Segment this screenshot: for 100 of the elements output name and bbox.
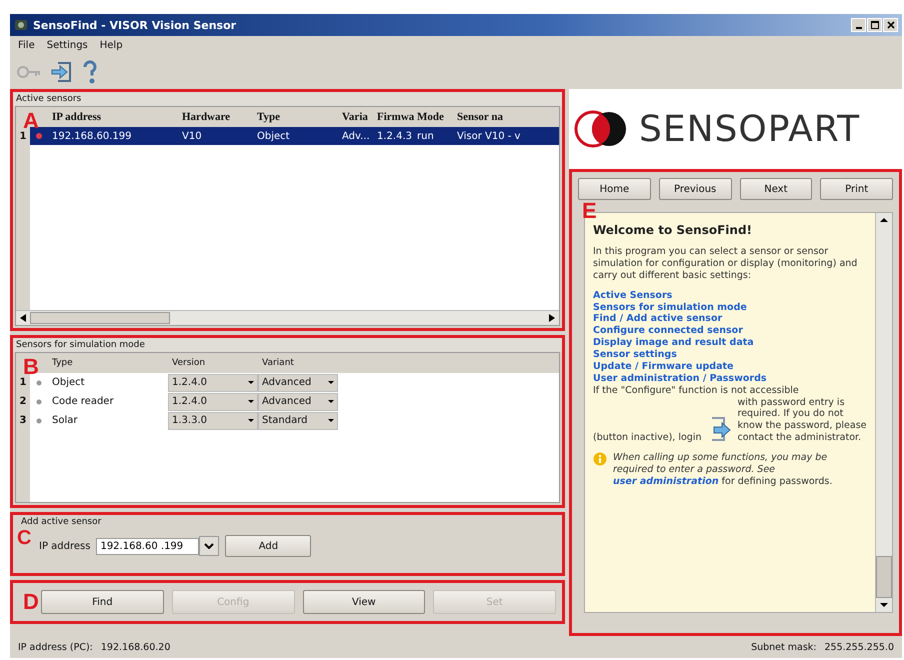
window-title: SensoFind - VISOR Vision Sensor: [33, 18, 236, 32]
table-cell-text: Object: [51, 377, 86, 388]
column-header[interactable]: IP address: [48, 111, 178, 123]
key-icon: [16, 64, 42, 80]
column-header[interactable]: Version: [168, 358, 258, 368]
variant-dropdown[interactable]: Advanced: [258, 374, 338, 392]
table-cell-text: Solar: [51, 415, 78, 426]
version-dropdown[interactable]: 1.2.4.0: [168, 374, 258, 392]
status-label: IP address (PC):: [18, 642, 93, 652]
action-button[interactable]: Find: [41, 590, 164, 614]
help-text: (button inactive), login: [593, 432, 702, 444]
toolbar-button[interactable]: [82, 59, 98, 85]
login-icon: [50, 61, 74, 83]
row-number: 1: [16, 373, 30, 392]
scroll-right-icon: [549, 314, 555, 322]
help-paragraph: In this program you can select a sensor or sensor simulation for configuration or display (monitoring) and carry out different basic settings:: [593, 246, 858, 282]
dropdown-arrow-icon: [328, 381, 334, 384]
sensor-icon: [35, 398, 43, 406]
row-header-strip: [16, 430, 30, 502]
version-dropdown[interactable]: 1.3.3.0: [168, 412, 258, 430]
help-link[interactable]: User administration / Passwords: [593, 372, 767, 385]
version-dropdown[interactable]: 1.2.4.0: [168, 392, 258, 410]
horizontal-scrollbar[interactable]: [16, 310, 559, 325]
scrollbar-thumb[interactable]: [876, 556, 892, 598]
help-text: with password entry is required. If you do not know the password, please contact the administrator.: [738, 396, 867, 444]
status-value: 192.168.60.20: [100, 642, 170, 652]
table-cell-text: run: [416, 130, 435, 142]
table-cell-text: Code reader: [51, 396, 115, 407]
callout-letter: E: [582, 200, 597, 222]
column-header[interactable]: Variant: [258, 358, 338, 368]
variant-dropdown[interactable]: Advanced: [258, 392, 338, 410]
maximize-button[interactable]: [867, 18, 882, 32]
column-header[interactable]: Firmwa: [373, 111, 413, 123]
help-icon: [82, 59, 98, 85]
action-button[interactable]: View: [302, 590, 426, 614]
column-header[interactable]: Mode: [413, 111, 453, 123]
menu-item[interactable]: Settings: [46, 40, 88, 51]
scrollbar-thumb[interactable]: [30, 312, 170, 324]
status-label: Subnet mask:: [751, 642, 816, 652]
dropdown-arrow-icon: [248, 400, 254, 403]
nav-button[interactable]: Previous: [658, 178, 732, 200]
dropdown-button[interactable]: [199, 536, 220, 556]
nav-button[interactable]: Next: [740, 178, 812, 200]
add-button[interactable]: Add: [225, 535, 312, 557]
group-title: Sensors for simulation mode: [13, 338, 562, 352]
sensor-icon: [35, 416, 43, 424]
table-cell-text: Adv...: [341, 130, 371, 142]
row-number: 3: [16, 411, 30, 430]
close-icon: [886, 21, 894, 29]
scroll-down-icon: [880, 603, 888, 607]
help-link[interactable]: Display image and result data: [593, 337, 754, 349]
table-cell-text: 192.168.60.199: [51, 130, 133, 142]
table-row[interactable]: 1 192.168.60.199 V10 Object Adv... 1.2.4.3 run Visor V10 - v: [16, 127, 559, 145]
column-header[interactable]: Type: [48, 358, 168, 368]
help-link[interactable]: Find / Add active sensor: [593, 313, 722, 326]
status-value: 255.255.255.0: [824, 642, 894, 652]
column-header[interactable]: Varia: [338, 111, 373, 123]
nav-button[interactable]: Print: [820, 178, 893, 200]
column-header[interactable]: Type: [253, 111, 338, 123]
help-link[interactable]: Configure connected sensor: [593, 325, 743, 338]
nav-button[interactable]: Home: [578, 178, 651, 200]
menu-item[interactable]: Help: [100, 40, 123, 51]
group-title: Add active sensor: [20, 516, 102, 529]
close-button[interactable]: [883, 18, 898, 32]
table-cell-text: Visor V10 - v: [456, 130, 522, 142]
dropdown-arrow-icon: [248, 381, 254, 384]
help-paragraph: If the "Configure" function is not accessible: [593, 384, 800, 396]
help-link[interactable]: Active Sensors: [593, 290, 672, 302]
callout-letter: D: [23, 591, 39, 613]
row-number: 1: [16, 127, 30, 145]
help-link[interactable]: Sensors for simulation mode: [593, 302, 747, 314]
help-link[interactable]: Sensor settings: [593, 349, 677, 361]
app-icon: [14, 18, 28, 32]
logo-text: SENSOPART: [639, 108, 860, 150]
help-heading: Welcome to SensoFind!: [593, 223, 754, 238]
help-link[interactable]: user administration: [613, 476, 719, 487]
help-link[interactable]: Update / Firmware update: [593, 360, 734, 373]
callout-letter: C: [17, 528, 32, 548]
note-paragraph: When calling up some functions, you may be required to enter a password. See user administration for defining passwords.: [613, 452, 834, 488]
variant-dropdown[interactable]: Standard: [258, 412, 338, 430]
toolbar-button[interactable]: [50, 61, 74, 83]
sensor-icon: [35, 378, 43, 386]
table-cell-text: V10: [181, 130, 203, 142]
dropdown-arrow-icon: [328, 400, 334, 403]
column-header[interactable]: Sensor na: [453, 111, 523, 123]
row-number: 2: [16, 392, 30, 411]
column-header[interactable]: Hardware: [178, 111, 253, 123]
table-cell-text: Object: [256, 130, 291, 142]
vertical-scrollbar[interactable]: [875, 213, 892, 612]
group-title: Active sensors: [13, 92, 562, 106]
table-cell-text: 1.2.4.3: [376, 130, 413, 142]
toolbar-button[interactable]: [16, 64, 42, 80]
ip-address-field[interactable]: 192.168.60 .199: [96, 538, 200, 554]
scroll-left-icon: [20, 314, 26, 322]
minimize-button[interactable]: [851, 18, 866, 32]
maximize-icon: [870, 21, 878, 29]
scroll-up-icon: [880, 218, 888, 222]
menu-item[interactable]: File: [18, 40, 35, 51]
info-icon: [593, 452, 607, 466]
sensor-icon: [35, 132, 43, 140]
